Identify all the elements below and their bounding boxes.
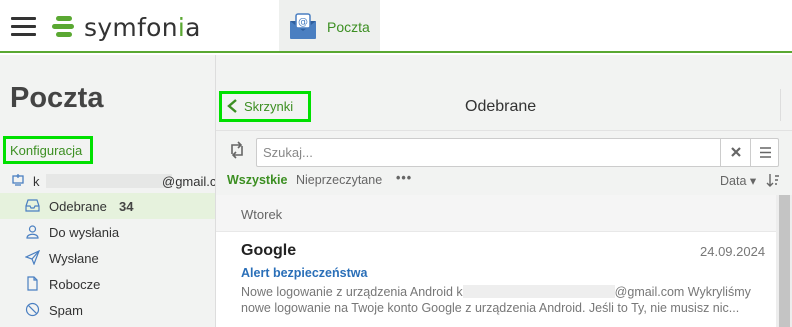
scrollbar[interactable] — [776, 195, 792, 327]
spam-icon — [25, 302, 40, 317]
outbox-icon — [26, 225, 39, 239]
back-button-label: Skrzynki — [244, 99, 294, 114]
logo-text: symfonia — [84, 12, 201, 42]
preview-redacted — [462, 285, 615, 298]
mail-app-icon: @ — [290, 13, 316, 39]
folder-wyslane[interactable]: Wysłane — [0, 245, 215, 271]
message-item[interactable]: Google 24.09.2024 Alert bezpieczeństwa N… — [216, 233, 776, 327]
preview-part-a: Nowe logowanie z urządzenia Android k — [241, 285, 463, 299]
folder-unread-count: 34 — [119, 199, 134, 214]
search-options-button[interactable] — [750, 139, 779, 166]
folder-label: Wysłane — [49, 251, 99, 266]
konfiguracja-link[interactable]: Konfiguracja — [3, 136, 93, 164]
close-icon — [731, 147, 741, 157]
folder-label: Spam — [49, 303, 83, 318]
folder-title: Odebrane — [465, 98, 537, 115]
account-domain: @gmail.c — [162, 174, 217, 189]
preview-part-c: nowe logowanie na Twoje konto Google z u… — [241, 301, 740, 315]
search-input[interactable] — [263, 143, 713, 162]
menu-icon — [760, 147, 771, 158]
message-date: 24.09.2024 — [700, 244, 766, 259]
hamburger-menu-icon[interactable] — [11, 17, 36, 36]
more-filters-button[interactable]: ••• — [396, 171, 412, 185]
day-label: Wtorek — [241, 207, 283, 222]
message-preview: Nowe logowanie z urządzenia Android k @gm… — [241, 284, 761, 316]
folder-do-wyslania[interactable]: Do wysłania — [0, 219, 215, 245]
day-group-header: Wtorek — [216, 195, 776, 232]
tab-poczta-label: Poczta — [327, 19, 370, 35]
folder-label: Do wysłania — [49, 225, 120, 240]
send-icon — [25, 250, 40, 265]
left-panel: Poczta Konfiguracja k @gmail.c Odebrane … — [0, 55, 217, 327]
message-list-header: Skrzynki Odebrane — [216, 55, 792, 131]
refresh-icon[interactable] — [227, 140, 247, 160]
draft-icon — [27, 276, 38, 291]
account-item[interactable]: k @gmail.c — [11, 173, 217, 193]
scrollbar-thumb[interactable] — [779, 195, 790, 327]
folder-label: Odebrane — [49, 199, 107, 214]
tab-poczta[interactable]: @ Poczta — [279, 0, 380, 53]
filter-unread[interactable]: Nieprzeczytane — [296, 173, 382, 187]
account-sync-icon — [12, 174, 24, 186]
folder-odebrane[interactable]: Odebrane 34 — [0, 193, 215, 219]
sort-order-icon[interactable] — [766, 173, 780, 187]
message-list: Wtorek Google 24.09.2024 Alert bezpiecze… — [216, 195, 776, 327]
account-name-prefix: k — [33, 174, 40, 189]
message-list-panel: Skrzynki Odebrane Wszystkie — [215, 55, 792, 327]
chevron-left-icon — [227, 99, 237, 113]
folder-list: Odebrane 34 Do wysłania Wysłane Robocze — [0, 193, 215, 323]
message-sender: Google — [241, 242, 297, 259]
account-redacted — [46, 174, 172, 188]
preview-part-b: @gmail.com Wykryliśmy — [614, 285, 751, 299]
message-subject: Alert bezpieczeństwa — [241, 266, 368, 280]
search-box — [256, 138, 779, 167]
filter-all[interactable]: Wszystkie — [227, 173, 287, 187]
svg-text:@: @ — [298, 17, 308, 28]
sort-dropdown[interactable]: Data ▾ — [720, 173, 756, 188]
inbox-icon — [25, 199, 40, 212]
folder-label: Robocze — [49, 277, 101, 292]
folder-spam[interactable]: Spam — [0, 297, 215, 323]
top-bar: symfonia @ Poczta — [0, 0, 792, 53]
search-toolbar: Wszystkie Nieprzeczytane ••• Data ▾ — [216, 131, 792, 195]
symfonia-logo[interactable]: symfonia — [52, 12, 201, 42]
divider — [780, 89, 781, 121]
back-to-mailboxes-button[interactable]: Skrzynki — [219, 91, 311, 122]
folder-robocze[interactable]: Robocze — [0, 271, 215, 297]
page-title: Poczta — [10, 82, 104, 114]
symfonia-logo-mark-icon — [52, 15, 76, 39]
clear-search-button[interactable] — [720, 139, 750, 166]
